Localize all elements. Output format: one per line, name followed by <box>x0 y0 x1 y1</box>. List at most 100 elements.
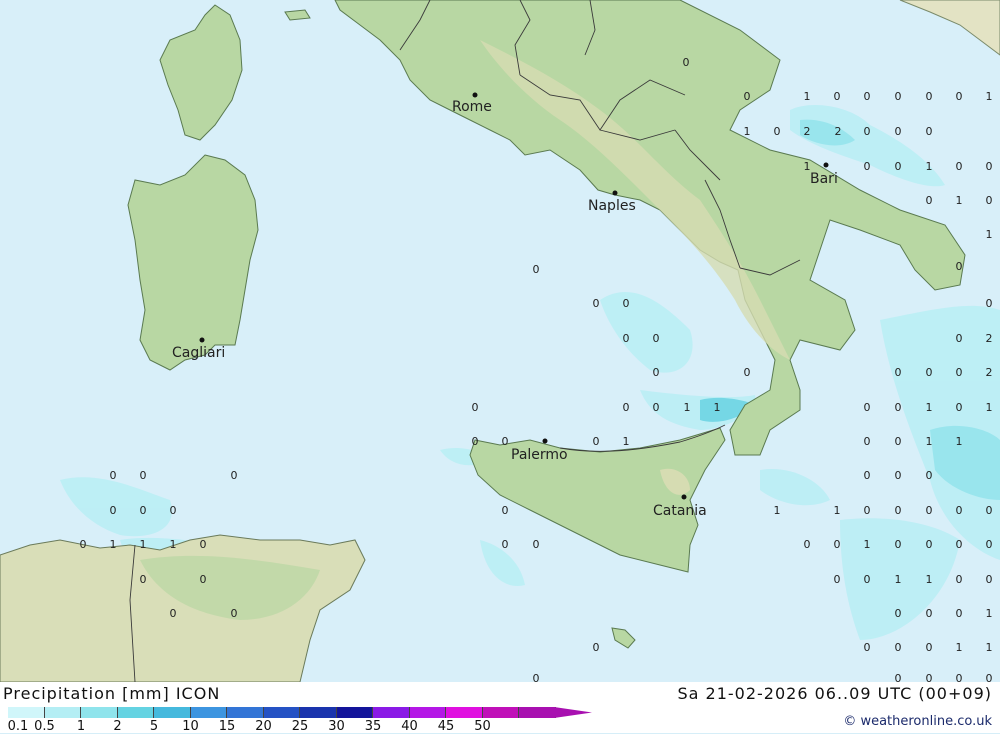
legend-swatch <box>117 707 154 718</box>
value-label: 1 <box>985 641 993 654</box>
value-label: 0 <box>985 504 993 517</box>
value-label: 0 <box>955 160 963 173</box>
legend-label: 0.5 <box>34 719 55 734</box>
value-label: 2 <box>985 366 993 379</box>
value-label: 0 <box>109 504 117 517</box>
value-label: 1 <box>773 504 781 517</box>
legend-swatch <box>81 707 118 718</box>
value-label: 0 <box>199 538 207 551</box>
value-label: 0 <box>471 435 479 448</box>
value-label: 0 <box>592 435 600 448</box>
value-label: 0 <box>894 641 902 654</box>
legend-label: 1 <box>76 719 86 734</box>
value-label: 1 <box>713 401 721 414</box>
value-label: 1 <box>955 194 963 207</box>
value-label: 1 <box>985 228 993 241</box>
value-label: 0 <box>501 504 509 517</box>
malta <box>611 627 636 649</box>
city-label-bari: Bari <box>810 171 838 187</box>
legend-swatch <box>263 707 300 718</box>
value-label: 1 <box>955 641 963 654</box>
value-label: 0 <box>925 672 933 682</box>
value-label: 0 <box>955 573 963 586</box>
value-label: 1 <box>683 401 691 414</box>
city-dot <box>199 337 205 343</box>
value-label: 0 <box>169 504 177 517</box>
value-label: 0 <box>894 401 902 414</box>
value-label: 0 <box>652 332 660 345</box>
value-label: 0 <box>925 125 933 138</box>
value-label: 0 <box>925 366 933 379</box>
value-label: 0 <box>925 641 933 654</box>
value-label: 1 <box>985 401 993 414</box>
value-label: 0 <box>863 435 871 448</box>
legend-swatch <box>227 707 264 718</box>
value-label: 0 <box>501 435 509 448</box>
sardinia <box>127 154 259 371</box>
value-label: 0 <box>985 194 993 207</box>
legend-swatch <box>409 707 446 718</box>
value-label: 1 <box>863 538 871 551</box>
value-label: 0 <box>139 573 147 586</box>
value-label: 0 <box>592 641 600 654</box>
value-label: 1 <box>925 401 933 414</box>
value-label: 0 <box>592 297 600 310</box>
value-label: 0 <box>803 538 811 551</box>
value-label: 2 <box>985 332 993 345</box>
value-label: 0 <box>955 504 963 517</box>
legend-label: 30 <box>328 719 345 734</box>
legend-swatch <box>44 707 81 718</box>
city-dot <box>681 494 687 500</box>
value-label: 1 <box>925 435 933 448</box>
value-label: 1 <box>109 538 117 551</box>
value-label: 0 <box>532 263 540 276</box>
value-label: 0 <box>652 401 660 414</box>
value-label: 1 <box>139 538 147 551</box>
legend-label: 45 <box>437 719 455 734</box>
city-dot <box>612 190 618 196</box>
value-label: 0 <box>501 538 509 551</box>
legend-swatch <box>482 707 519 718</box>
value-label: 0 <box>833 538 841 551</box>
value-label: 0 <box>985 672 993 682</box>
value-label: 0 <box>863 160 871 173</box>
value-label: 0 <box>863 504 871 517</box>
value-label: 0 <box>955 332 963 345</box>
corsica <box>159 4 243 141</box>
value-label: 0 <box>894 607 902 620</box>
value-label: 0 <box>985 573 993 586</box>
value-label: 1 <box>925 573 933 586</box>
value-label: 0 <box>985 538 993 551</box>
value-label: 0 <box>925 538 933 551</box>
value-label: 0 <box>894 538 902 551</box>
legend-swatch <box>190 707 227 718</box>
legend-labels: 0.1 0.5 1 2 5 10 15 20 25 30 35 40 45 50 <box>0 719 520 734</box>
value-label: 0 <box>833 573 841 586</box>
value-label: 0 <box>773 125 781 138</box>
value-label: 1 <box>743 125 751 138</box>
value-label: 0 <box>894 469 902 482</box>
legend-label: 25 <box>291 719 309 734</box>
value-label: 0 <box>925 504 933 517</box>
legend-label: 40 <box>401 719 418 734</box>
city-label-cagliari: Cagliari <box>172 345 226 361</box>
value-label: 0 <box>532 538 540 551</box>
value-label: 1 <box>169 538 177 551</box>
value-label: 1 <box>985 607 993 620</box>
precipitation-map: Rome Naples Bari Cagliari Palermo Catani… <box>0 0 1000 682</box>
value-label: 0 <box>894 125 902 138</box>
value-label: 0 <box>79 538 87 551</box>
value-label: 0 <box>894 504 902 517</box>
value-label: 0 <box>622 401 630 414</box>
legend-swatch <box>300 707 337 718</box>
italy-mainland <box>334 0 966 456</box>
value-label: 0 <box>652 366 660 379</box>
value-label: 0 <box>955 538 963 551</box>
credit-link[interactable]: © weatheronline.co.uk <box>843 714 992 729</box>
city-dot <box>542 438 548 444</box>
legend-label: 50 <box>474 719 491 734</box>
value-label: 0 <box>109 469 117 482</box>
value-label: 0 <box>955 672 963 682</box>
value-label: 0 <box>230 607 238 620</box>
elba <box>284 9 311 21</box>
